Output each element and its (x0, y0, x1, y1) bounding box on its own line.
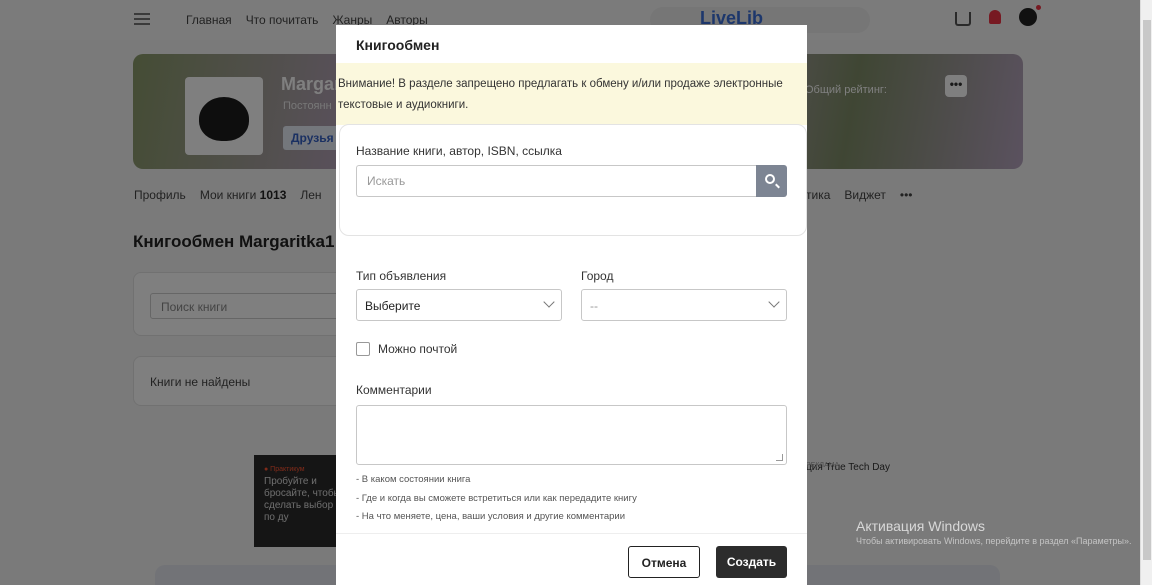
create-button[interactable]: Создать (716, 546, 787, 578)
warning-notice: Внимание! В разделе запрещено предлагать… (336, 63, 807, 125)
city-select[interactable]: -- (581, 289, 787, 321)
comment-hints: - В каком состоянии книга - Где и когда … (356, 471, 637, 527)
scrollbar-thumb[interactable] (1143, 20, 1151, 560)
windows-activation-subtitle: Чтобы активировать Windows, перейдите в … (856, 536, 1132, 546)
modal-footer: Отмена Создать (336, 533, 807, 585)
search-label: Название книги, автор, ISBN, ссылка (356, 144, 562, 158)
search-icon (765, 174, 775, 184)
chevron-down-icon (768, 296, 780, 308)
ad-type-value: Выберите (365, 299, 421, 313)
mail-checkbox[interactable] (356, 342, 370, 356)
page-scrollbar[interactable] (1140, 0, 1152, 585)
city-value: -- (590, 299, 598, 313)
comments-textarea[interactable] (356, 405, 787, 465)
mail-checkbox-label[interactable]: Можно почтой (378, 342, 457, 356)
ad-type-label: Тип объявления (356, 269, 447, 283)
comments-label: Комментарии (356, 383, 432, 397)
chevron-down-icon (543, 296, 555, 308)
windows-activation-title: Активация Windows (856, 518, 986, 534)
city-label: Город (581, 269, 614, 283)
resize-grip-icon[interactable] (776, 454, 783, 461)
ad-type-select[interactable]: Выберите (356, 289, 562, 321)
book-exchange-modal: Книгообмен Внимание! В разделе запрещено… (336, 25, 807, 585)
hint-item: - В каком состоянии книга (356, 474, 471, 485)
cancel-button[interactable]: Отмена (628, 546, 700, 578)
book-search-field[interactable] (356, 165, 756, 197)
hint-item: - Где и когда вы сможете встретиться или… (356, 492, 637, 504)
hint-item: - На что меняете, цена, ваши условия и д… (356, 511, 626, 522)
windows-activation-watermark: Активация Windows Чтобы активировать Win… (856, 518, 1132, 546)
search-button[interactable] (756, 165, 787, 197)
modal-title: Книгообмен (356, 37, 440, 53)
